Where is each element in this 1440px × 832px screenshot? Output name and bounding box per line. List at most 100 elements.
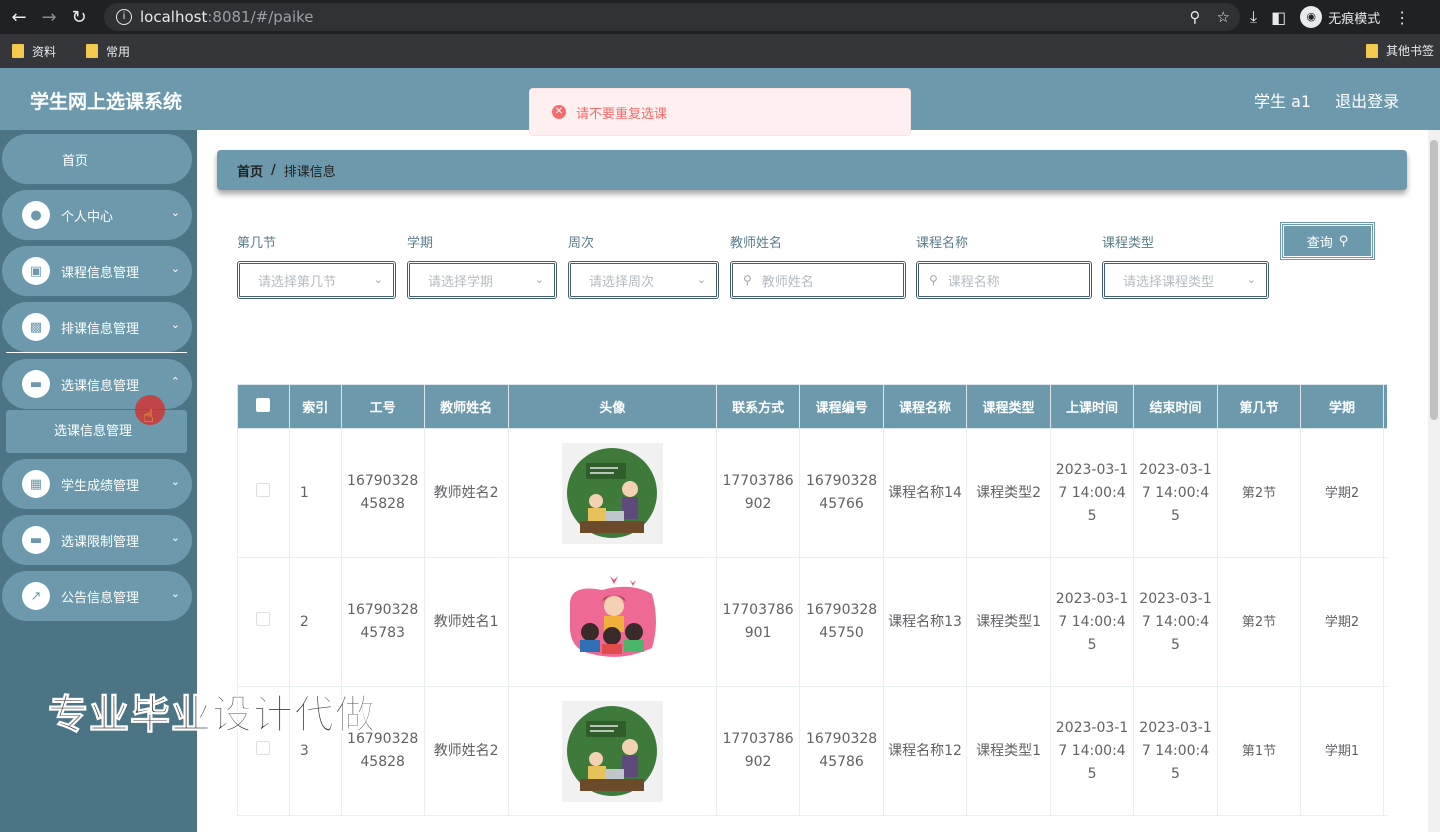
- cell-avatar: [507, 686, 718, 816]
- user-icon: ●: [22, 201, 50, 229]
- column-header: 结束时间: [1133, 384, 1219, 429]
- cell-end-time: 2023-03-17 14:00:45: [1133, 557, 1219, 687]
- column-header: 课程名称: [883, 384, 968, 429]
- chevron-down-icon: ⌄: [373, 273, 383, 286]
- select-placeholder: 请选择学期: [428, 274, 494, 290]
- row-checkbox[interactable]: [237, 428, 290, 558]
- incognito-label: 无痕模式: [1328, 11, 1381, 27]
- teacher-avatar-image: [561, 700, 663, 802]
- download-icon[interactable]: ⤓: [1250, 7, 1257, 27]
- sidebar-item-label: 公告信息管理: [61, 590, 140, 606]
- breadcrumb-current: 排课信息: [283, 164, 336, 180]
- scrollbar-thumb[interactable]: [1430, 140, 1438, 420]
- cell-term: 学期1: [1299, 686, 1384, 816]
- cell-course-name: 课程名称14: [883, 428, 968, 558]
- term-select[interactable]: 请选择学期 ⌄: [407, 261, 557, 299]
- select-placeholder: 请选择课程类型: [1123, 274, 1215, 290]
- checkbox-icon: [256, 740, 271, 755]
- incognito-indicator[interactable]: ◉ 无痕模式: [1300, 6, 1380, 28]
- cell-section: 第2节: [1217, 557, 1301, 687]
- filter-section: 第几节 请选择第几节 ⌄: [237, 232, 396, 299]
- hand-cursor-icon: ☝: [143, 406, 154, 427]
- query-button[interactable]: 查询 ⚲: [1280, 222, 1375, 260]
- column-header: 周次: [1382, 384, 1387, 429]
- user-name: 学生 a1: [1254, 92, 1312, 111]
- page-scrollbar[interactable]: [1428, 130, 1440, 832]
- cell-week: 周次: [1382, 557, 1387, 687]
- url-text[interactable]: localhost:8081/#/paike: [140, 8, 314, 26]
- cell-phone: 17703786901: [716, 557, 801, 687]
- back-icon[interactable]: ←: [8, 6, 30, 28]
- site-info-icon[interactable]: i: [116, 9, 132, 25]
- filter-course-type: 课程类型 请选择课程类型 ⌄: [1102, 232, 1269, 299]
- sidebar-item-selection-limits[interactable]: ▬ 选课限制管理 ⌄: [2, 515, 192, 565]
- query-button-label: 查询: [1306, 235, 1333, 251]
- cell-course-name: 课程名称13: [883, 557, 968, 687]
- sidebar-item-label: 排课信息管理: [61, 321, 140, 337]
- cell-start-time: 2023-03-17 14:00:45: [1050, 557, 1135, 687]
- sidebar-item-course-info[interactable]: ▣ 课程信息管理 ⌄: [2, 246, 192, 296]
- cell-term: 学期2: [1299, 557, 1384, 687]
- course-type-select[interactable]: 请选择课程类型 ⌄: [1102, 261, 1269, 299]
- week-select[interactable]: 请选择周次 ⌄: [568, 261, 719, 299]
- column-header: 头像: [507, 384, 718, 429]
- bookmark-folder-1[interactable]: 常用: [86, 43, 130, 60]
- cell-end-time: 2023-03-17 14:00:45: [1133, 686, 1219, 816]
- cell-start-time: 2023-03-17 14:00:45: [1050, 428, 1135, 558]
- filter-label: 学期: [407, 236, 434, 251]
- column-header: 联系方式: [716, 384, 801, 429]
- table-row[interactable]: 2 1679032845783 教师姓名1 17703786901 167903…: [237, 557, 1387, 687]
- cell-avatar: [507, 428, 718, 558]
- table-header-row: 索引 工号 教师姓名 头像 联系方式 课程编号 课程名称 课程类型 上课时间 结…: [237, 384, 1387, 429]
- sidebar-item-schedule-info[interactable]: ▩ 排课信息管理 ⌄: [2, 302, 192, 352]
- chart-icon: ↗: [22, 582, 50, 610]
- reload-icon[interactable]: ↻: [68, 6, 90, 28]
- cell-week: 周次: [1382, 686, 1387, 816]
- cell-course-no: 1679032845786: [799, 686, 885, 816]
- table-row[interactable]: 3 1679032845828 教师姓名2 17703786902 167903…: [237, 686, 1387, 816]
- sidebar-item-grades[interactable]: ▦ 学生成绩管理 ⌄: [2, 459, 192, 509]
- cell-index: 1: [288, 428, 342, 558]
- sidebar-item-personal-center[interactable]: ● 个人中心 ⌄: [2, 190, 192, 240]
- logout-link[interactable]: 退出登录: [1335, 88, 1399, 112]
- sidebar-item-home[interactable]: 首页: [2, 134, 192, 184]
- cell-teacher: 教师姓名2: [423, 686, 509, 816]
- checkbox-icon: [256, 397, 271, 412]
- filter-week: 周次 请选择周次 ⌄: [568, 232, 719, 299]
- breadcrumb-home[interactable]: 首页: [237, 161, 263, 180]
- row-checkbox[interactable]: [237, 557, 290, 687]
- key-icon[interactable]: ⚲: [1190, 8, 1201, 26]
- cell-course-type: 课程类型1: [966, 686, 1052, 816]
- chevron-down-icon: ⌄: [170, 206, 180, 219]
- cell-week: 周次: [1382, 428, 1387, 558]
- sidepanel-icon[interactable]: ◧: [1271, 8, 1286, 27]
- course-name-input[interactable]: ⚲ 课程名称: [916, 261, 1092, 299]
- teacher-avatar-image: [561, 571, 663, 673]
- teacher-avatar-image: [561, 442, 663, 544]
- column-header: 索引: [288, 384, 342, 429]
- column-header: 上课时间: [1050, 384, 1135, 429]
- app-title: 学生网上选课系统: [30, 91, 183, 113]
- table-row[interactable]: 1 1679032845828 教师姓名2 17703786902 167903…: [237, 428, 1387, 558]
- column-header: 工号: [340, 384, 425, 429]
- checkbox-icon: [256, 482, 271, 497]
- select-all-checkbox[interactable]: [237, 384, 290, 429]
- teacher-name-input[interactable]: ⚲ 教师姓名: [730, 261, 906, 299]
- sidebar-item-label: 选课信息管理: [61, 378, 140, 394]
- forward-icon[interactable]: →: [38, 6, 60, 28]
- section-select[interactable]: 请选择第几节 ⌄: [237, 261, 396, 299]
- cell-course-type: 课程类型1: [966, 557, 1052, 687]
- sidebar-item-announcements[interactable]: ↗ 公告信息管理 ⌄: [2, 571, 192, 621]
- schedule-table: 索引 工号 教师姓名 头像 联系方式 课程编号 课程名称 课程类型 上课时间 结…: [237, 384, 1387, 832]
- sidebar-item-selection-info[interactable]: ▬ 选课信息管理 ⌃: [2, 359, 192, 409]
- star-icon[interactable]: ☆: [1217, 8, 1230, 26]
- chevron-down-icon: ⌄: [170, 318, 180, 331]
- menu-icon[interactable]: ⋮: [1394, 8, 1410, 27]
- url-host: localhost: [140, 8, 208, 26]
- address-bar[interactable]: i localhost:8081/#/paike ⚲ ☆: [104, 3, 1240, 31]
- cell-course-name: 课程名称12: [883, 686, 968, 816]
- cell-term: 学期2: [1299, 428, 1384, 558]
- bookmark-folder-0[interactable]: 资料: [12, 43, 56, 60]
- watermark-text: 专业毕业设计代做: [48, 692, 376, 739]
- other-bookmarks[interactable]: 其他书签: [1365, 42, 1434, 59]
